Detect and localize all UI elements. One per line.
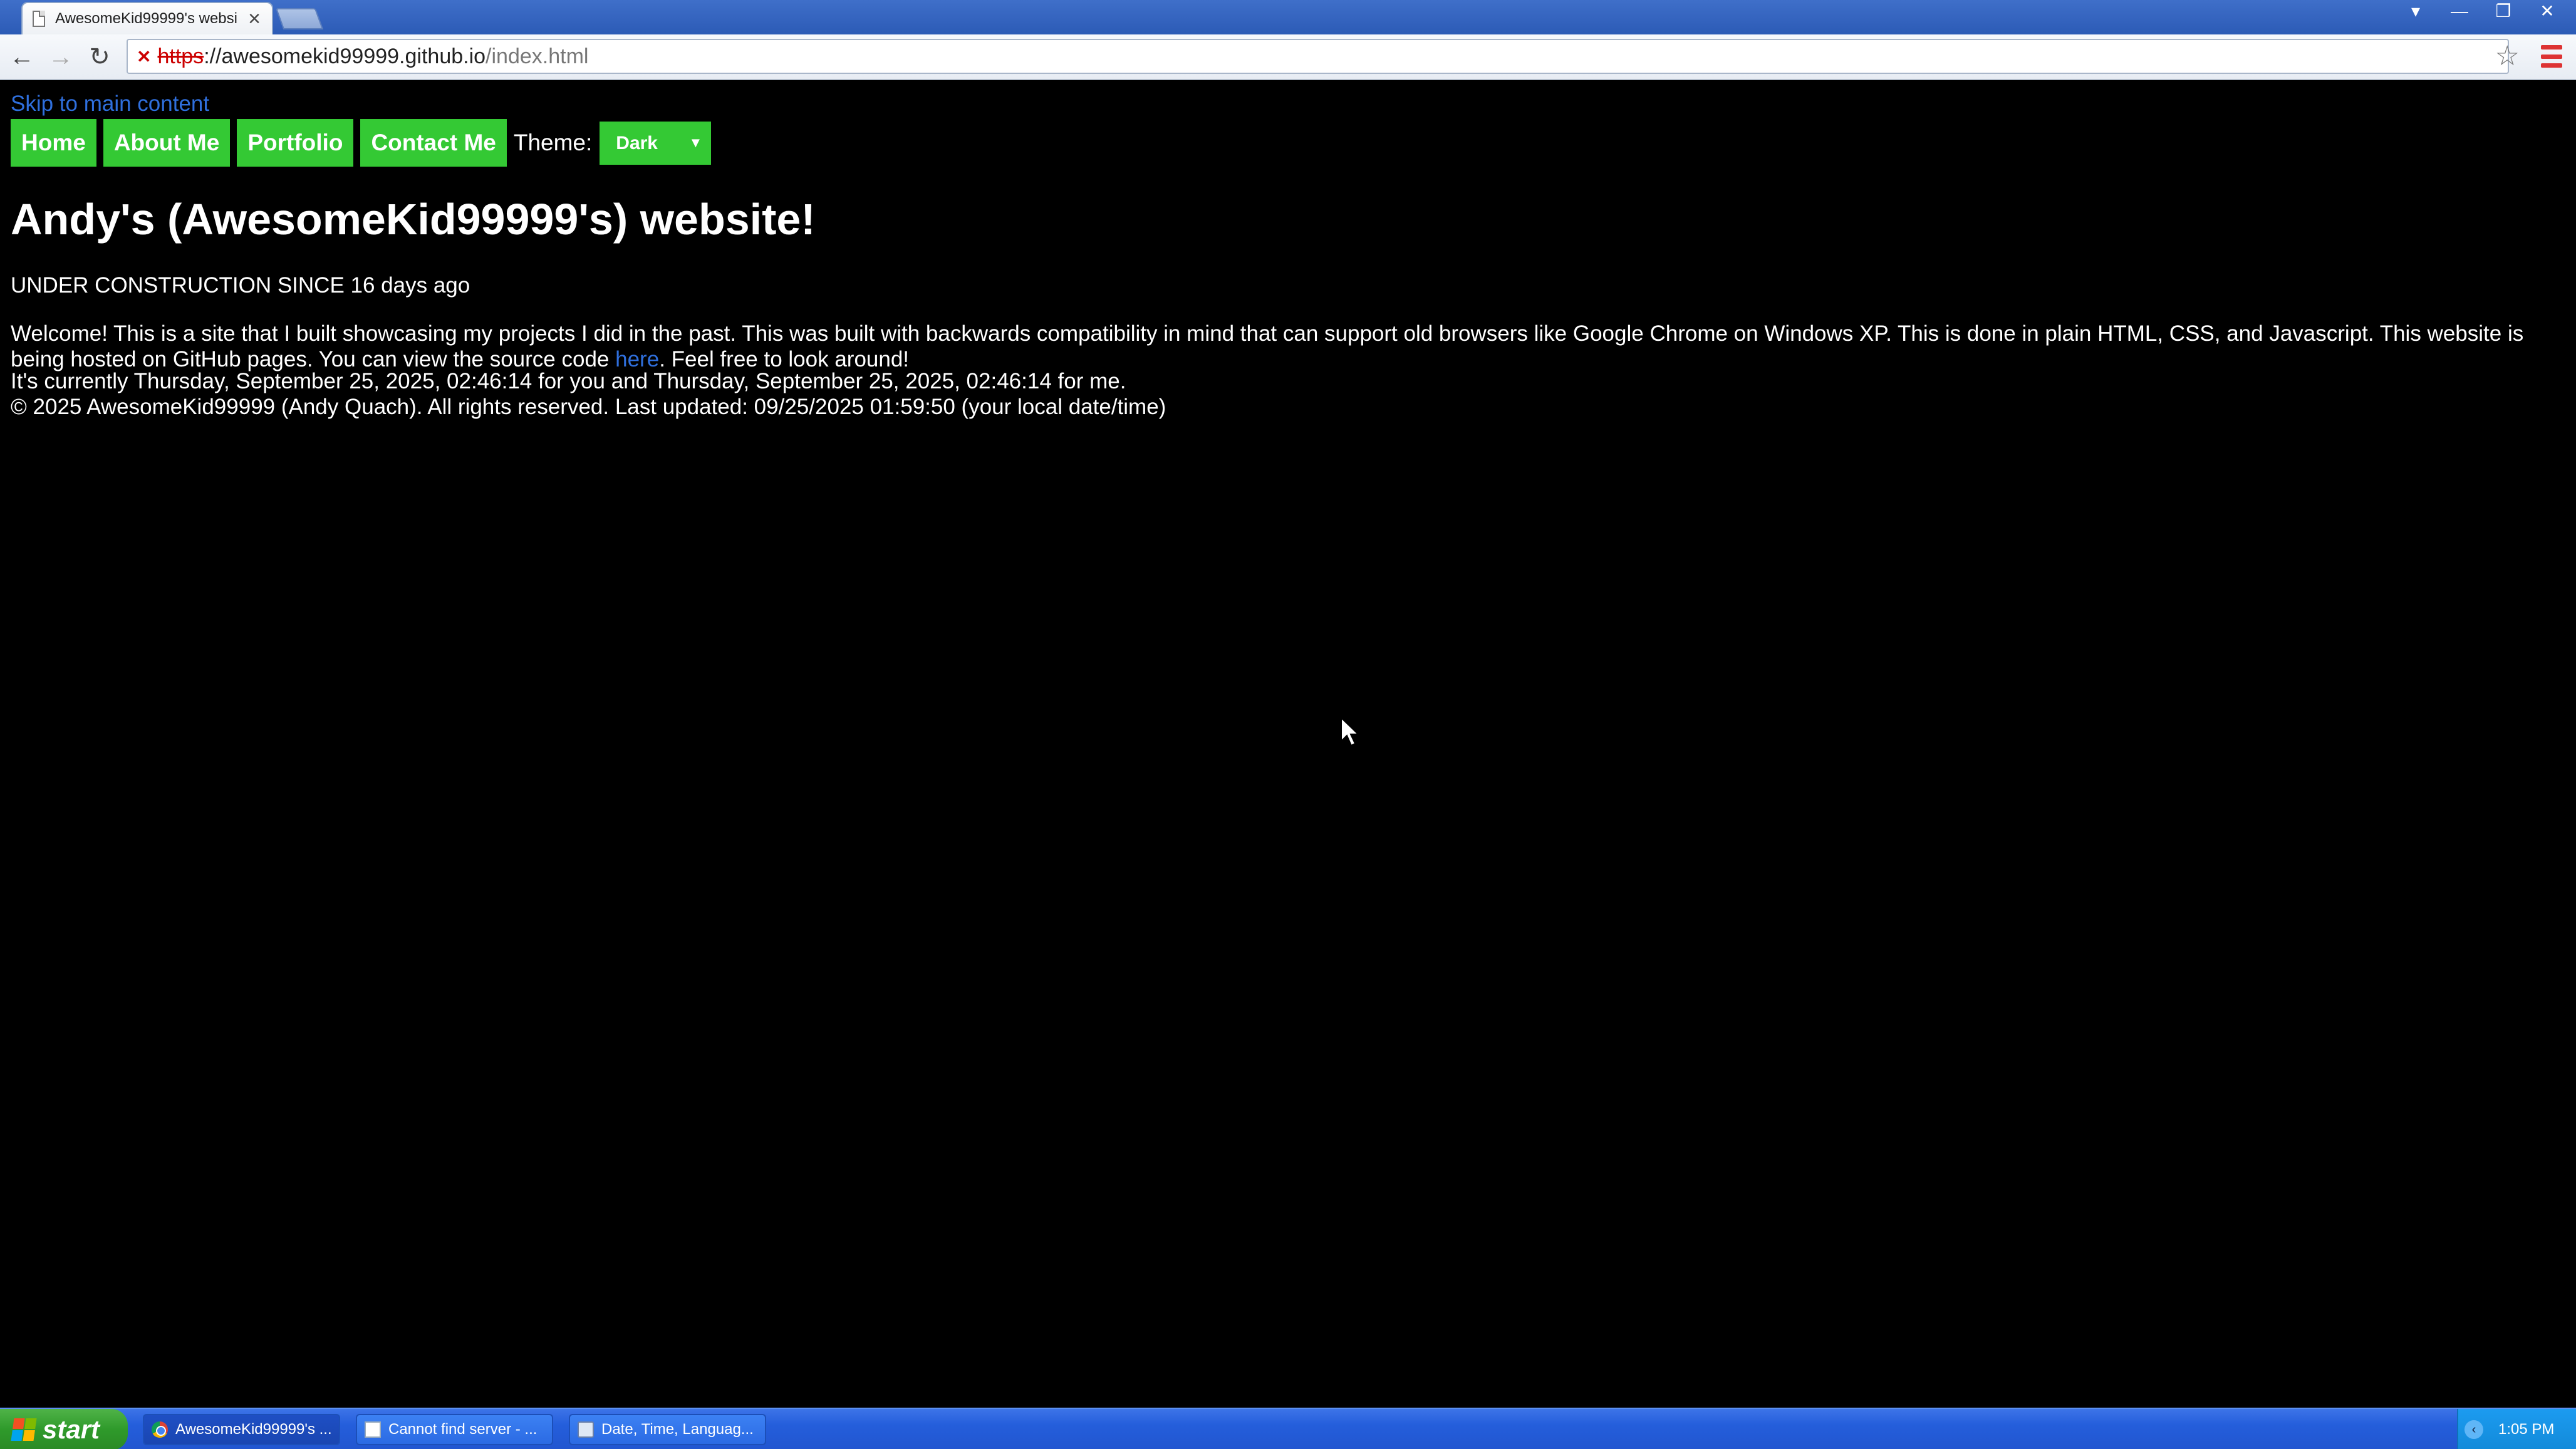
url-path: /index.html (486, 44, 589, 68)
new-tab-button[interactable] (275, 8, 324, 29)
menu-icon[interactable] (2541, 45, 2562, 68)
footer-text: © 2025 AwesomeKid99999 (Andy Quach). All… (11, 395, 1166, 419)
theme-select[interactable]: Dark ▼ (600, 121, 712, 165)
page-title: Andy's (AwesomeKid99999's) website! (11, 195, 816, 244)
window-controls: ▾ — ❐ ✕ (2402, 3, 2561, 23)
browser-tab[interactable]: AwesomeKid99999's website × (21, 2, 273, 34)
minimize-button[interactable]: — (2446, 3, 2473, 23)
address-bar[interactable]: ✕ https://awesomekid99999.github.io/inde… (127, 39, 2509, 74)
windows-logo-icon (11, 1418, 37, 1441)
skip-to-main-link[interactable]: Skip to main content (11, 91, 209, 117)
clock[interactable]: 1:05 PM (2498, 1421, 2554, 1438)
close-window-button[interactable]: ✕ (2533, 3, 2561, 23)
page-icon (33, 11, 45, 27)
restore-button[interactable]: ❐ (2490, 3, 2517, 23)
taskbar-item-chrome[interactable]: AwesomeKid99999's ... (143, 1414, 340, 1445)
nav-contact-button[interactable]: Contact Me (360, 119, 507, 167)
page-content: Skip to main content Home About Me Portf… (0, 81, 2576, 1406)
browser-titlebar: AwesomeKid99999's website × ▾ — ❐ ✕ (0, 0, 2576, 34)
taskbar-item-cannot-find-server[interactable]: Cannot find server - ... (356, 1414, 553, 1445)
current-time-text: It's currently Thursday, September 25, 2… (11, 369, 1126, 393)
taskbar-item-label: AwesomeKid99999's ... (175, 1421, 332, 1438)
nav-about-button[interactable]: About Me (103, 119, 231, 167)
document-icon (365, 1421, 381, 1438)
tab-close-icon[interactable]: × (248, 8, 261, 29)
taskbar-item-date-time[interactable]: Date, Time, Languag... (569, 1414, 766, 1445)
chrome-icon (152, 1421, 168, 1438)
date-time-icon (578, 1421, 594, 1438)
tray-expand-icon[interactable]: ‹ (2464, 1420, 2483, 1439)
url-text[interactable]: https://awesomekid99999.github.io/index.… (157, 44, 588, 69)
system-tray: ‹ 1:05 PM (2457, 1409, 2576, 1449)
forward-arrow-icon[interactable]: → (45, 42, 76, 73)
site-nav: Home About Me Portfolio Contact Me Theme… (11, 119, 712, 167)
theme-label: Theme: (513, 130, 593, 155)
nav-portfolio-button[interactable]: Portfolio (237, 119, 354, 167)
back-arrow-icon[interactable]: ← (6, 42, 38, 73)
start-label: start (43, 1415, 100, 1444)
theme-select-value: Dark (616, 132, 658, 153)
url-scheme: https (157, 44, 204, 68)
insecure-lock-icon[interactable]: ✕ (137, 46, 151, 67)
welcome-paragraph: Welcome! This is a site that I built sho… (11, 321, 2573, 372)
url-host: ://awesomekid99999.github.io (204, 44, 486, 68)
reload-icon[interactable]: ↻ (84, 42, 115, 73)
welcome-text: Welcome! This is a site that I built sho… (11, 321, 2524, 371)
user-icon[interactable]: ▾ (2402, 3, 2429, 23)
mouse-cursor-icon (1341, 716, 1360, 747)
start-button[interactable]: start (0, 1409, 128, 1449)
browser-toolbar: ← → ↻ ✕ https://awesomekid99999.github.i… (0, 34, 2576, 80)
construction-notice: UNDER CONSTRUCTION SINCE 16 days ago (11, 273, 470, 298)
chevron-down-icon: ▼ (688, 134, 703, 150)
bookmark-star-icon[interactable]: ☆ (2495, 41, 2520, 72)
nav-home-button[interactable]: Home (11, 119, 96, 167)
tab-title: AwesomeKid99999's website (55, 10, 237, 27)
taskbar-item-label: Date, Time, Languag... (601, 1421, 754, 1438)
taskbar: start AwesomeKid99999's ... Cannot find … (0, 1408, 2576, 1449)
taskbar-item-label: Cannot find server - ... (388, 1421, 538, 1438)
